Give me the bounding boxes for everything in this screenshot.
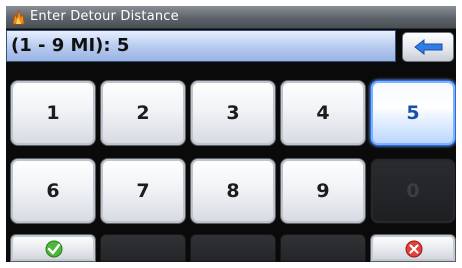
distance-entry-field[interactable]: (1 - 9 MI): 5 — [6, 30, 396, 62]
checkmark-icon — [45, 240, 63, 258]
key-label: 8 — [226, 180, 240, 202]
key-label: 1 — [46, 102, 60, 124]
key-0: 0 — [370, 158, 456, 224]
key-label: 9 — [316, 180, 330, 202]
key-label: 7 — [136, 180, 150, 202]
key-label: 2 — [136, 102, 150, 124]
detour-distance-dialog: Enter Detour Distance (1 - 9 MI): 5 1 2 … — [6, 6, 456, 262]
key-label: 5 — [406, 102, 420, 124]
key-1[interactable]: 1 — [10, 80, 96, 146]
window-title: Enter Detour Distance — [30, 9, 179, 24]
key-label: 6 — [46, 180, 60, 202]
key-3[interactable]: 3 — [190, 80, 276, 146]
key-label: 0 — [406, 180, 420, 202]
key-9[interactable]: 9 — [280, 158, 366, 224]
key-8[interactable]: 8 — [190, 158, 276, 224]
cancel-x-icon — [405, 240, 423, 258]
flame-app-icon — [12, 9, 25, 25]
empty-slot — [190, 234, 276, 262]
cancel-button[interactable] — [370, 234, 456, 262]
key-4[interactable]: 4 — [280, 80, 366, 146]
back-arrow-icon — [414, 39, 443, 55]
key-6[interactable]: 6 — [10, 158, 96, 224]
entry-value: (1 - 9 MI): 5 — [11, 35, 130, 56]
key-5[interactable]: 5 — [370, 80, 456, 146]
key-2[interactable]: 2 — [100, 80, 186, 146]
empty-slot — [100, 234, 186, 262]
backspace-button[interactable] — [402, 32, 454, 62]
key-7[interactable]: 7 — [100, 158, 186, 224]
confirm-button[interactable] — [10, 234, 96, 262]
title-bar: Enter Detour Distance — [6, 6, 456, 29]
key-label: 3 — [226, 102, 240, 124]
empty-slot — [280, 234, 366, 262]
key-label: 4 — [316, 102, 330, 124]
